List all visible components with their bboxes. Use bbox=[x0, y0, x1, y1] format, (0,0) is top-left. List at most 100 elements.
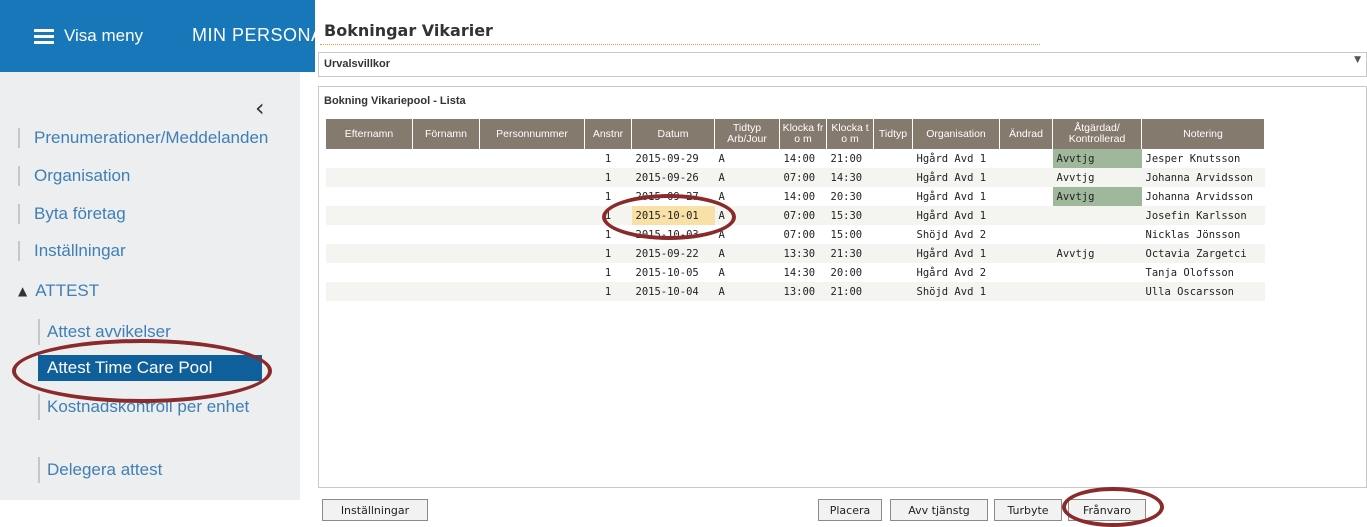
cell-note: Johanna Arvidsson bbox=[1141, 168, 1265, 187]
cell-note: Octavia Zargetci bbox=[1141, 244, 1265, 263]
cell-organisation: Hgård Avd 2 bbox=[916, 266, 987, 279]
col-empno[interactable]: Anstnr bbox=[584, 119, 632, 149]
cell-empno: 1 bbox=[604, 152, 612, 165]
settings-button[interactable]: Inställningar bbox=[322, 499, 428, 521]
dropdown-arrow-icon: ▼ bbox=[1354, 55, 1361, 65]
cell-handled bbox=[1052, 282, 1142, 301]
table-row[interactable]: 1 2015-09-27 A 14:00 20:30 Hgård Avd 1 A… bbox=[326, 187, 1265, 206]
cell-organisation: Shöjd Avd 1 bbox=[912, 282, 1000, 301]
cell-empno: 1 bbox=[584, 168, 632, 187]
cell-empno: 1 bbox=[584, 282, 632, 301]
collapse-sidebar-icon[interactable]: ‹ bbox=[255, 94, 265, 122]
sidebar-item-delegate-attest[interactable]: Delegera attest bbox=[38, 457, 262, 483]
sidebar: Visa meny MIN PERSONAL ‹ Prenumerationer… bbox=[0, 0, 315, 500]
cell-to: 14:30 bbox=[826, 168, 874, 187]
cell-from: 14:00 bbox=[783, 152, 816, 165]
cell-handled bbox=[1053, 225, 1142, 244]
cell-handled: Avvtjg bbox=[1052, 168, 1142, 187]
cell-handled bbox=[1053, 263, 1142, 282]
col-date[interactable]: Datum bbox=[631, 119, 715, 149]
col-firstname[interactable]: Förnamn bbox=[412, 119, 480, 149]
table-row[interactable]: 1 2015-10-03 A 07:00 15:00 Shöjd Avd 2 N… bbox=[326, 225, 1265, 244]
shift-swap-button[interactable]: Turbyte bbox=[994, 499, 1062, 521]
cell-from: 07:00 bbox=[779, 206, 827, 225]
col-clock-from[interactable]: Klocka fr o m bbox=[779, 119, 827, 149]
cell-to: 20:30 bbox=[830, 190, 863, 203]
cell-date: 2015-09-29 bbox=[635, 152, 699, 165]
cell-from: 13:30 bbox=[779, 244, 827, 263]
cell-date: 2015-10-04 bbox=[631, 282, 715, 301]
col-note[interactable]: Notering bbox=[1141, 119, 1265, 149]
cell-to: 21:00 bbox=[826, 282, 874, 301]
chevron-up-icon: ▲ bbox=[18, 284, 28, 298]
place-button[interactable]: Placera bbox=[818, 499, 882, 521]
sidebar-item-settings[interactable]: Inställningar bbox=[18, 241, 126, 261]
col-handled[interactable]: Åtgärdad/ Kontrollerad bbox=[1052, 119, 1142, 149]
cell-to: 20:00 bbox=[830, 266, 863, 279]
cell-to: 15:00 bbox=[830, 228, 863, 241]
hamburger-icon bbox=[34, 28, 54, 44]
cell-handled bbox=[1052, 206, 1142, 225]
col-changed[interactable]: Ändrad bbox=[999, 119, 1053, 149]
cell-timetype: A bbox=[714, 244, 780, 263]
cell-note: Nicklas Jönsson bbox=[1145, 228, 1241, 241]
table-row[interactable]: 1 2015-09-26 A 07:00 14:30 Hgård Avd 1 A… bbox=[326, 168, 1265, 187]
sidebar-item-organisation[interactable]: Organisation bbox=[18, 166, 130, 186]
section-label: ATTEST bbox=[35, 281, 100, 300]
table-row[interactable]: 1 2015-09-29 A 14:00 21:00 Hgård Avd 1 A… bbox=[326, 149, 1265, 168]
cell-from: 14:00 bbox=[783, 190, 816, 203]
cell-from: 07:00 bbox=[783, 228, 816, 241]
cell-handled: Avvtjg bbox=[1052, 149, 1142, 168]
sidebar-item-change-company[interactable]: Byta företag bbox=[18, 204, 126, 224]
cell-organisation: Hgård Avd 1 bbox=[912, 206, 1000, 225]
col-lastname[interactable]: Efternamn bbox=[326, 119, 413, 149]
show-menu-button[interactable]: Visa meny bbox=[34, 26, 143, 46]
deviating-service-button[interactable]: Avv tjänstg bbox=[890, 499, 988, 521]
cell-date: 2015-09-22 bbox=[631, 244, 715, 263]
page-title: Bokningar Vikarier bbox=[324, 21, 493, 40]
show-menu-label: Visa meny bbox=[64, 26, 144, 45]
cell-note: Josefin Karlsson bbox=[1141, 206, 1265, 225]
cell-to: 15:30 bbox=[826, 206, 874, 225]
cell-empno: 1 bbox=[584, 244, 632, 263]
booking-list-panel: Bokning Vikariepool - Lista Efternamn Fö… bbox=[318, 86, 1367, 488]
title-divider bbox=[320, 44, 1040, 45]
col-timetype[interactable]: Tidtyp Arb/Jour bbox=[714, 119, 780, 149]
app-title: MIN PERSONAL bbox=[192, 25, 315, 45]
cell-from: 07:00 bbox=[779, 168, 827, 187]
cell-timetype: A bbox=[718, 266, 725, 279]
col-timetype2[interactable]: Tidtyp bbox=[873, 119, 913, 149]
annotation-ellipse-date bbox=[602, 194, 736, 240]
filter-label: Urvalsvillkor bbox=[324, 58, 391, 70]
sidebar-section-attest[interactable]: ▲ ATTEST bbox=[18, 281, 99, 301]
col-organisation[interactable]: Organisation bbox=[912, 119, 1000, 149]
top-bar: Visa meny MIN PERSONAL bbox=[0, 0, 315, 72]
table-row[interactable]: 1 2015-10-01 A 07:00 15:30 Hgård Avd 1 J… bbox=[326, 206, 1265, 225]
table-row[interactable]: 1 2015-10-05 A 14:30 20:00 Hgård Avd 2 T… bbox=[326, 263, 1265, 282]
cell-organisation: Hgård Avd 1 bbox=[912, 168, 1000, 187]
cell-to: 21:00 bbox=[830, 152, 863, 165]
cell-note: Ulla Oscarsson bbox=[1141, 282, 1265, 301]
cell-handled: Avvtjg bbox=[1052, 187, 1142, 206]
cell-date: 2015-10-05 bbox=[635, 266, 699, 279]
cell-timetype: A bbox=[718, 152, 725, 165]
table-row[interactable]: 1 2015-10-04 A 13:00 21:00 Shöjd Avd 1 U… bbox=[326, 282, 1265, 301]
cell-note: Jesper Knutsson bbox=[1145, 152, 1241, 165]
table-header-row: Efternamn Förnamn Personnummer Anstnr Da… bbox=[326, 119, 1265, 149]
cell-organisation: Hgård Avd 1 bbox=[912, 244, 1000, 263]
col-ssn[interactable]: Personnummer bbox=[479, 119, 585, 149]
table-row[interactable]: 1 2015-09-22 A 13:30 21:30 Hgård Avd 1 A… bbox=[326, 244, 1265, 263]
cell-to: 21:30 bbox=[826, 244, 874, 263]
cell-from: 13:00 bbox=[779, 282, 827, 301]
cell-empno: 1 bbox=[604, 266, 612, 279]
cell-from: 14:30 bbox=[783, 266, 816, 279]
filter-dropdown[interactable]: Urvalsvillkor ▼ bbox=[318, 52, 1367, 77]
cell-note: Tanja Olofsson bbox=[1145, 266, 1235, 279]
col-clock-to[interactable]: Klocka t o m bbox=[826, 119, 874, 149]
cell-timetype: A bbox=[714, 168, 780, 187]
annotation-ellipse-absence bbox=[1062, 487, 1164, 527]
sidebar-item-subscriptions[interactable]: Prenumerationer/Meddelanden bbox=[18, 128, 268, 148]
cell-timetype: A bbox=[714, 282, 780, 301]
cell-organisation: Hgård Avd 1 bbox=[916, 152, 987, 165]
cell-note: Johanna Arvidsson bbox=[1145, 190, 1253, 203]
